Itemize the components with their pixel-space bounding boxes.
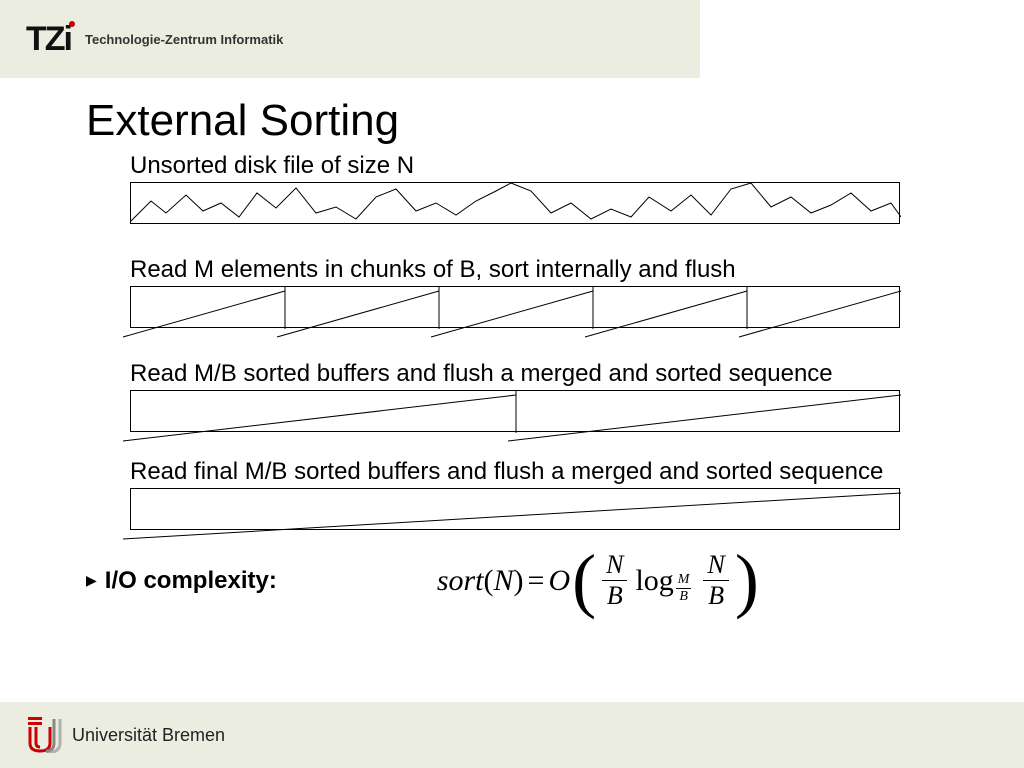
- stage-unsorted-box: [130, 182, 900, 224]
- stage-merge1-box: [130, 390, 900, 432]
- formula-big-rparen: ): [735, 552, 759, 610]
- stage-merge2-box: [130, 488, 900, 530]
- stage-chunks-box: [130, 286, 900, 328]
- stage-unsorted-label: Unsorted disk file of size N: [130, 152, 976, 180]
- stage-merge2-label: Read final M/B sorted buffers and flush …: [130, 458, 976, 486]
- formula-eq: =: [528, 564, 545, 598]
- formula-arg: N: [494, 564, 514, 598]
- tzi-logo-mark: TZi: [26, 20, 71, 59]
- stage-chunks: Read M elements in chunks of B, sort int…: [130, 256, 976, 328]
- slide-title: External Sorting: [86, 96, 976, 146]
- bottom-footer-band: Universität Bremen: [0, 702, 1024, 768]
- stage-unsorted: Unsorted disk file of size N: [130, 152, 976, 224]
- formula-logbase-den: B: [677, 589, 690, 604]
- uni-bremen-text: Universität Bremen: [72, 725, 225, 746]
- stage-merge1-label: Read M/B sorted buffers and flush a merg…: [130, 360, 976, 388]
- top-header-band: TZi Technologie-Zentrum Informatik: [0, 0, 700, 78]
- uni-bremen-logo-mark: [26, 717, 62, 753]
- tzi-logo-text: TZi: [26, 20, 71, 58]
- slide-content: External Sorting Unsorted disk file of s…: [86, 96, 976, 610]
- formula-lparen: (: [484, 564, 494, 598]
- tzi-logo: TZi Technologie-Zentrum Informatik: [26, 20, 283, 59]
- formula-frac2-den: B: [704, 581, 728, 609]
- tzi-subtitle: Technologie-Zentrum Informatik: [85, 32, 283, 47]
- formula-logbase-num: M: [676, 573, 692, 589]
- formula-frac1-den: B: [603, 581, 627, 609]
- complexity-row: ▶ I/O complexity: sort ( N ) = O ( N B l…: [86, 552, 976, 610]
- formula-frac1: N B: [602, 552, 627, 609]
- formula-rparen: ): [514, 564, 524, 598]
- tzi-logo-dot: [69, 21, 75, 27]
- formula-lhs: sort: [437, 564, 484, 598]
- formula-frac1-num: N: [602, 552, 627, 581]
- formula-frac2: N B: [703, 552, 728, 609]
- formula-big-lparen: (: [572, 552, 596, 610]
- formula-bigO: O: [548, 564, 570, 598]
- complexity-formula: sort ( N ) = O ( N B log M B N B ): [437, 552, 761, 610]
- formula-log: log: [635, 564, 673, 598]
- stage-chunks-label: Read M elements in chunks of B, sort int…: [130, 256, 976, 284]
- stage-merge2: Read final M/B sorted buffers and flush …: [130, 458, 976, 530]
- formula-frac2-num: N: [703, 552, 728, 581]
- bullet-icon: ▶: [86, 572, 97, 589]
- formula-logbase: M B: [676, 573, 692, 604]
- stage-merge1: Read M/B sorted buffers and flush a merg…: [130, 360, 976, 432]
- uni-bremen-logo: Universität Bremen: [26, 717, 225, 753]
- complexity-label: I/O complexity:: [105, 567, 277, 595]
